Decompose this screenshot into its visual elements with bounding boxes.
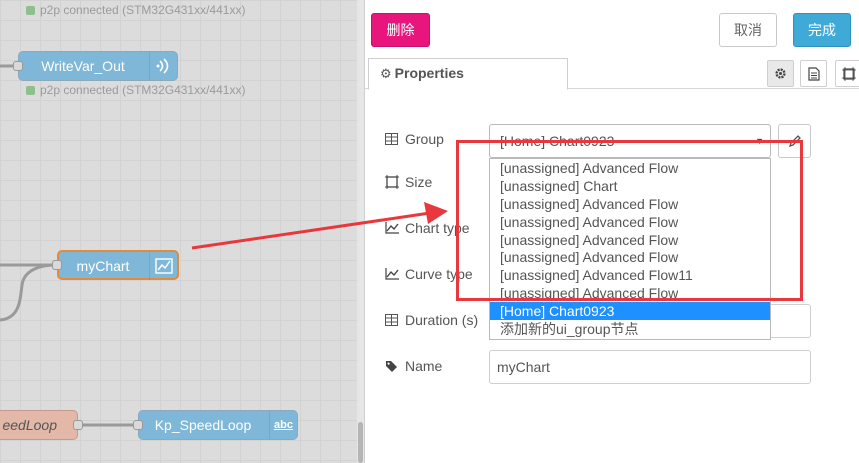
canvas-scrollbar[interactable] [357, 0, 365, 463]
field-label: Size [405, 174, 433, 190]
node-label: WriteVar_Out [41, 58, 125, 74]
wire-mychart-in-2 [0, 263, 57, 322]
group-option[interactable]: [unassigned] Chart [490, 177, 770, 195]
node-status: p2p connected (STM32G431xx/441xx) [26, 83, 245, 97]
wireless-icon [149, 52, 177, 80]
name-input[interactable]: myChart [489, 350, 811, 384]
tab-label: Properties [394, 65, 464, 81]
group-option[interactable]: [unassigned] Advanced Flow [490, 231, 770, 249]
delete-button[interactable]: 删除 [371, 13, 430, 47]
tab-bar: ⚙ Properties [365, 56, 859, 90]
group-dropdown-list[interactable]: [unassigned] Advanced Flow [unassigned] … [489, 158, 771, 340]
flow-canvas[interactable]: p2p connected (STM32G431xx/441xx) WriteV… [0, 0, 357, 463]
add-group-option[interactable]: 添加新的ui_group节点 [490, 320, 770, 338]
node-label: Kp_SpeedLoop [154, 417, 252, 433]
appearance-icon[interactable] [835, 60, 859, 87]
node-speedloop[interactable]: eedLoop [0, 410, 83, 440]
size-icon [385, 175, 401, 189]
name-input-value: myChart [497, 359, 550, 375]
description-icon[interactable] [800, 60, 827, 87]
group-option[interactable]: [unassigned] Advanced Flow11 [490, 266, 770, 284]
group-option[interactable]: [unassigned] Advanced Flow [490, 159, 770, 177]
field-label: Group [405, 131, 444, 147]
group-label: Group [385, 131, 444, 147]
node-writevar-out[interactable]: WriteVar_Out [13, 51, 178, 81]
curve-type-label: Curve type [385, 266, 473, 282]
scrollbar-thumb[interactable] [358, 422, 363, 463]
text-icon: abc [269, 411, 297, 439]
done-button[interactable]: 完成 [793, 13, 851, 47]
line-chart-icon [385, 222, 401, 234]
tag-icon [385, 360, 401, 373]
duration-label: Duration (s) [385, 312, 478, 328]
group-select[interactable]: [Home] Chart0923 ▼ [489, 124, 771, 158]
table-icon [385, 133, 401, 145]
text-icon-label: abc [274, 419, 293, 431]
group-option[interactable]: [unassigned] Advanced Flow [490, 195, 770, 213]
name-label: Name [385, 358, 442, 374]
gear-icon: ⚙ [380, 66, 392, 81]
status-dot [26, 6, 35, 15]
cancel-button[interactable]: 取消 [719, 13, 777, 47]
status-dot [26, 86, 35, 95]
node-label: eedLoop [2, 417, 57, 433]
status-text: p2p connected (STM32G431xx/441xx) [40, 83, 246, 97]
chart-icon [149, 252, 177, 280]
tab-properties[interactable]: ⚙ Properties [368, 58, 568, 90]
gear-icon[interactable] [767, 60, 794, 87]
node-status: p2p connected (STM32G431xx/441xx) [26, 3, 245, 17]
field-label: Curve type [405, 266, 473, 282]
node-label: myChart [76, 258, 130, 274]
group-option[interactable]: [unassigned] Advanced Flow [490, 213, 770, 231]
group-select-value: [Home] Chart0923 [500, 133, 615, 149]
output-port[interactable] [73, 420, 83, 430]
node-kp-speedloop[interactable]: Kp_SpeedLoop abc [133, 410, 298, 440]
node-mychart[interactable]: myChart [52, 250, 179, 280]
field-label: Name [405, 358, 443, 374]
size-label: Size [385, 174, 432, 190]
pencil-icon [788, 135, 801, 148]
line-chart-icon [385, 268, 401, 280]
caret-down-icon: ▼ [755, 136, 764, 146]
group-option[interactable]: [unassigned] Advanced Flow [490, 248, 770, 266]
field-label: Chart type [405, 220, 470, 236]
status-text: p2p connected (STM32G431xx/441xx) [40, 3, 246, 17]
edit-group-button[interactable] [778, 124, 811, 158]
field-label: Duration (s) [405, 312, 479, 328]
chart-type-label: Chart type [385, 220, 470, 236]
group-option-selected[interactable]: [Home] Chart0923 [490, 302, 770, 321]
group-option[interactable]: [unassigned] Advanced Flow [490, 284, 770, 302]
edit-panel: 删除 取消 完成 ⚙ Properties Group Size Chart ty… [365, 0, 859, 463]
table-icon [385, 314, 401, 326]
